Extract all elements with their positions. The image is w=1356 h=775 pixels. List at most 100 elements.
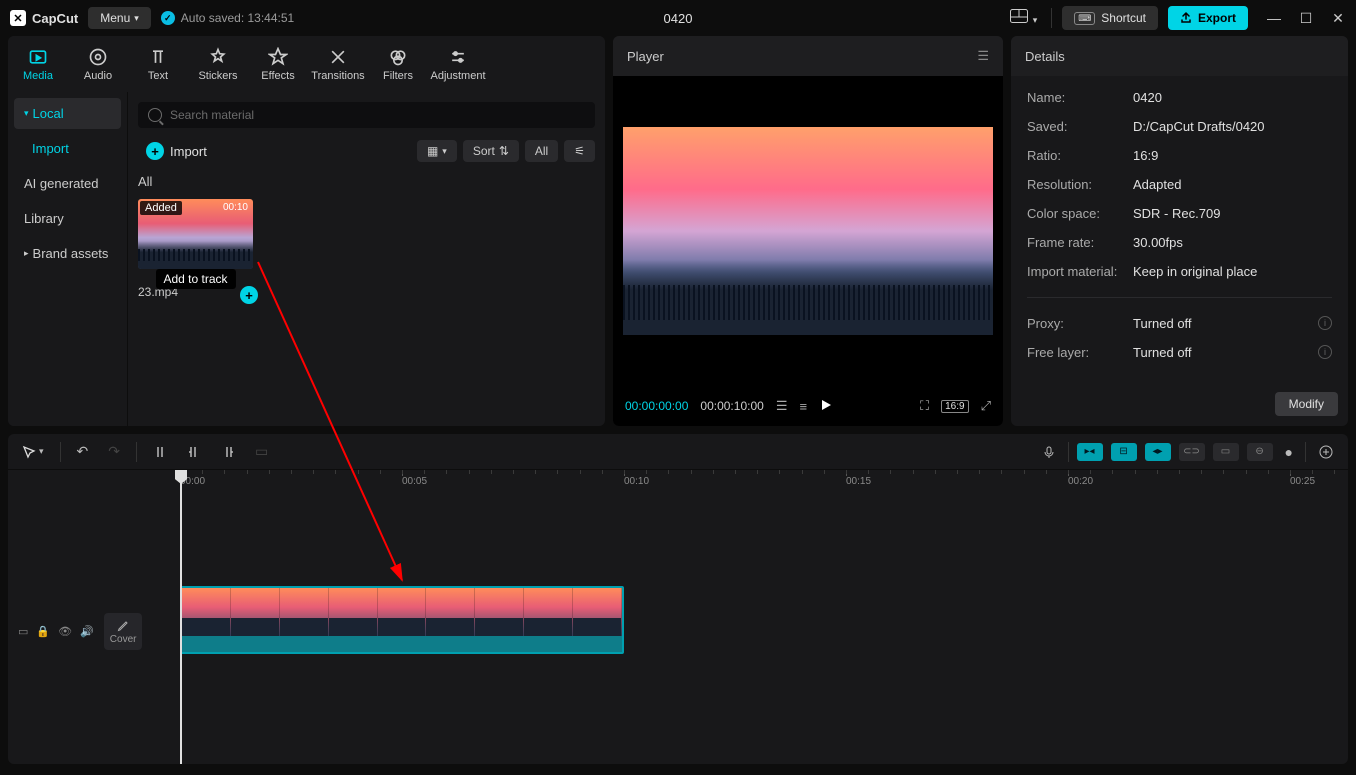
sort-button[interactable]: Sort ⇅: [463, 140, 519, 162]
preview-canvas[interactable]: [623, 127, 993, 335]
media-thumbnail[interactable]: Added 00:10 + Add to track 23.mp4: [138, 199, 253, 299]
divider: [60, 442, 61, 462]
logo-mark-icon: ✕: [10, 10, 26, 26]
sidebar-label: Library: [24, 211, 64, 226]
list-icon[interactable]: ☰: [776, 398, 788, 414]
sort-icon: ⇅: [499, 144, 509, 158]
zoom-fit-button[interactable]: [1314, 441, 1338, 463]
menu-icon[interactable]: ≡: [799, 399, 807, 414]
split-icon: [153, 445, 167, 459]
magnet-start-toggle[interactable]: ▸◂: [1077, 443, 1103, 461]
link-toggle[interactable]: ⊂⊃: [1179, 443, 1205, 461]
divider: [136, 442, 137, 462]
stickers-icon: [208, 47, 228, 67]
tab-media[interactable]: Media: [8, 36, 68, 92]
ruler-mark: 00:15: [846, 476, 871, 487]
import-label: Import: [170, 144, 207, 159]
tab-label: Filters: [383, 70, 413, 82]
export-button[interactable]: Export: [1168, 6, 1248, 30]
sidebar-item-ai[interactable]: AI generated: [14, 168, 121, 199]
sidebar-item-library[interactable]: Library: [14, 203, 121, 234]
search-icon: [148, 108, 162, 122]
search-input[interactable]: Search material: [138, 102, 595, 128]
menu-label: Menu: [100, 11, 130, 25]
info-icon[interactable]: i: [1318, 316, 1332, 330]
fullscreen-icon[interactable]: ⤢: [981, 398, 991, 414]
ratio-badge[interactable]: 16:9: [941, 400, 968, 413]
sidebar-item-brand[interactable]: ▸Brand assets: [14, 238, 121, 269]
detail-value-res: Adapted: [1133, 177, 1181, 192]
filter-button[interactable]: ⚟: [564, 140, 595, 162]
tab-audio[interactable]: Audio: [68, 36, 128, 92]
sidebar-item-local[interactable]: ▾Local: [14, 98, 121, 129]
filter-all-button[interactable]: All: [525, 140, 558, 162]
split-button[interactable]: [149, 442, 171, 462]
tab-adjustment[interactable]: Adjustment: [428, 36, 488, 92]
maximize-button[interactable]: ☐: [1298, 10, 1314, 27]
zoom-out-button[interactable]: ⊖: [1247, 443, 1273, 461]
detail-value-import: Keep in original place: [1133, 264, 1257, 279]
info-icon[interactable]: i: [1318, 345, 1332, 359]
filter-icon: ⚟: [574, 144, 585, 158]
divider: [1305, 442, 1306, 462]
preview-toggle[interactable]: ▭: [1213, 443, 1239, 461]
keyboard-icon: ⌨: [1074, 12, 1095, 25]
delete-button[interactable]: ▭: [251, 440, 272, 463]
cover-button[interactable]: Cover: [104, 613, 143, 650]
lock-icon[interactable]: 🔒: [36, 625, 50, 638]
detail-value-proxy: Turned off: [1133, 316, 1192, 331]
detail-value-saved: D:/CapCut Drafts/0420: [1133, 119, 1265, 134]
tab-effects[interactable]: Effects: [248, 36, 308, 92]
magnet-toggle[interactable]: ⊟: [1111, 443, 1137, 461]
import-button[interactable]: + Import: [138, 138, 215, 164]
audio-icon: [88, 47, 108, 67]
selection-tool[interactable]: ▾: [18, 442, 48, 462]
app-logo: ✕ CapCut: [10, 10, 78, 26]
tab-label: Media: [23, 70, 53, 82]
tab-transitions[interactable]: Transitions: [308, 36, 368, 92]
modify-button[interactable]: Modify: [1275, 392, 1338, 416]
eye-icon[interactable]: 👁: [58, 625, 72, 638]
timecode-total: 00:00:10:00: [700, 399, 763, 413]
media-tabs: Media Audio Text Stickers Effects Transi…: [8, 36, 605, 92]
split-left-icon: [187, 445, 201, 459]
split-left-button[interactable]: [183, 442, 205, 462]
track-toggle-icon[interactable]: ▭: [18, 625, 28, 638]
minimize-button[interactable]: —: [1266, 10, 1282, 27]
scale-icon[interactable]: ⛶: [920, 398, 929, 414]
view-grid-button[interactable]: ▦▾: [417, 140, 457, 162]
menu-button[interactable]: Menu ▾: [88, 7, 151, 29]
autosave-status: ✓ Auto saved: 13:44:51: [161, 11, 294, 25]
timeline-ruler[interactable]: 00:00 00:05 00:10 00:15 00:20 00:25: [168, 470, 1348, 498]
detail-label-colorspace: Color space:: [1027, 206, 1133, 221]
detail-label-saved: Saved:: [1027, 119, 1133, 134]
play-button[interactable]: [819, 398, 833, 415]
mic-button[interactable]: [1038, 442, 1060, 462]
layout-button[interactable]: ▾: [1006, 5, 1041, 32]
speaker-icon[interactable]: 🔊: [80, 625, 94, 638]
tooltip: Add to track: [155, 269, 235, 289]
tab-filters[interactable]: Filters: [368, 36, 428, 92]
chevron-down-icon: ▾: [134, 13, 139, 24]
magnet-end-toggle[interactable]: ◂▸: [1145, 443, 1171, 461]
close-button[interactable]: ✕: [1330, 10, 1346, 27]
add-to-track-button[interactable]: +: [240, 286, 258, 304]
filters-icon: [388, 47, 408, 67]
tab-text[interactable]: Text: [128, 36, 188, 92]
timeline-clip[interactable]: 23.mp4 00:00:10:00: [180, 586, 624, 654]
sidebar-item-import[interactable]: Import: [14, 133, 121, 164]
split-right-button[interactable]: [217, 442, 239, 462]
details-title: Details: [1025, 49, 1065, 64]
cursor-icon: [22, 445, 36, 459]
project-title: 0420: [664, 11, 693, 26]
tab-label: Stickers: [198, 70, 237, 82]
playhead[interactable]: [180, 470, 182, 764]
shortcut-button[interactable]: ⌨ Shortcut: [1062, 6, 1158, 30]
player-menu-icon[interactable]: ☰: [977, 48, 989, 64]
zoom-slider[interactable]: ●: [1281, 441, 1297, 463]
cover-label: Cover: [110, 634, 137, 645]
tab-stickers[interactable]: Stickers: [188, 36, 248, 92]
detail-value-colorspace: SDR - Rec.709: [1133, 206, 1220, 221]
undo-button[interactable]: ↶: [73, 440, 93, 463]
redo-button[interactable]: ↷: [104, 440, 124, 463]
